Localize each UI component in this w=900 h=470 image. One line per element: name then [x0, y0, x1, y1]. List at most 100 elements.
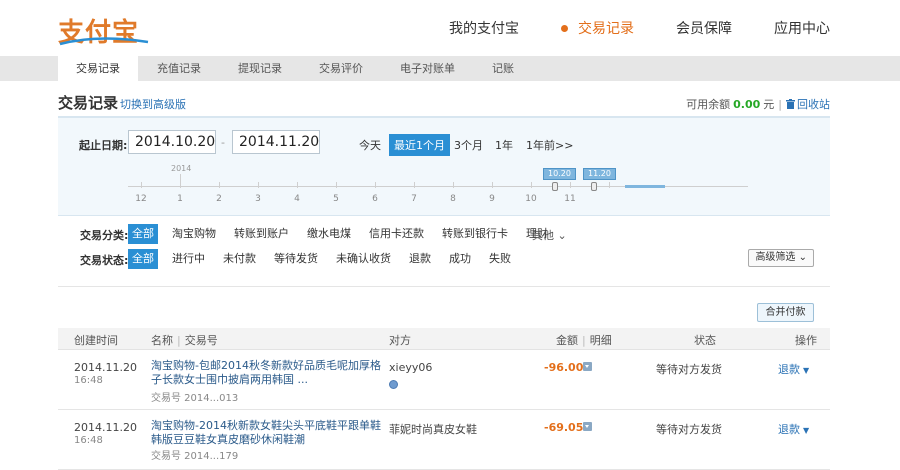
timeline-selected-range [625, 185, 665, 188]
recycle-bin-link[interactable]: 回收站 [786, 96, 830, 112]
tick [492, 182, 493, 188]
table-row: 2014.11.20 16:48 淘宝购物-2014秋新款女鞋尖头平底鞋平跟单鞋… [58, 410, 830, 470]
col-amount-detail: 金额 | 明细 [556, 332, 612, 348]
balance-amount: 0.00 [733, 97, 761, 111]
month-label: 11 [564, 194, 576, 204]
row-party[interactable]: 菲妮时尚真皮女鞋 [389, 421, 477, 437]
row-status: 等待对方发货 [656, 363, 722, 376]
status-awaiting-shipment[interactable]: 等待发货 [270, 249, 322, 269]
status-failed[interactable]: 失败 [485, 249, 515, 269]
category-more-dropdown[interactable]: 其他 ⌄ [532, 227, 567, 243]
sub-nav: 交易记录 充值记录 提现记录 交易评价 电子对账单 记账 [0, 56, 900, 81]
row-txn-no: 交易号 2014...013 [151, 393, 239, 404]
detail-toggle-icon[interactable] [583, 362, 592, 371]
month-label: 12 [135, 194, 147, 204]
row-party: xieyy06 [389, 361, 433, 374]
col-detail: 明细 [589, 334, 612, 347]
month-label: 8 [450, 194, 456, 204]
quick-3-months[interactable]: 3个月 [449, 135, 488, 155]
advanced-filter-button[interactable]: 高级筛选 ⌄ [748, 249, 814, 267]
col-name-txn: 名称 | 交易号 [151, 332, 218, 348]
refund-dropdown[interactable]: 退款 ▼ [778, 361, 809, 377]
row-time: 16:48 [74, 435, 103, 446]
category-transfer-account[interactable]: 转账到账户 [230, 224, 293, 244]
table-header: 创建时间 名称 | 交易号 对方 金额 | 明细 状态 操作 [58, 328, 830, 350]
range-start-handle[interactable] [552, 182, 558, 191]
row-date: 2014.11.20 [74, 361, 137, 374]
nav-app-center[interactable]: 应用中心 [774, 18, 830, 38]
tab-withdraw[interactable]: 提现记录 [220, 56, 300, 81]
quick-1-year[interactable]: 1年 [490, 135, 518, 155]
refund-dropdown[interactable]: 退款 ▼ [778, 421, 809, 437]
nav-label: 会员保障 [676, 21, 732, 37]
tick [375, 182, 376, 188]
balance-label: 可用余额 [686, 98, 731, 111]
caret-down-icon: ▼ [803, 426, 810, 435]
row-item-name[interactable]: 淘宝购物-2014秋新款女鞋尖头平底鞋平跟单鞋韩版豆豆鞋女真皮磨砂休闲鞋潮 [151, 419, 383, 447]
end-date-input[interactable]: 2014.11.20 [232, 130, 320, 154]
month-label: 7 [411, 194, 417, 204]
status-in-progress[interactable]: 进行中 [168, 249, 209, 269]
tick [531, 182, 532, 188]
nav-my-alipay[interactable]: 我的支付宝 [449, 18, 519, 38]
col-status: 状态 [694, 334, 716, 347]
month-label: 9 [489, 194, 495, 204]
nav-transactions[interactable]: 交易记录 [561, 18, 634, 38]
month-label: 5 [333, 194, 339, 204]
quick-before-1-year[interactable]: 1年前>> [521, 135, 578, 155]
wangwang-chat-icon[interactable] [389, 380, 398, 389]
quick-last-month[interactable]: 最近1个月 [389, 134, 450, 156]
category-credit-card[interactable]: 信用卡还款 [365, 224, 428, 244]
month-label: 2 [216, 194, 222, 204]
col-txn-no: 交易号 [184, 334, 218, 347]
tab-transactions[interactable]: 交易记录 [58, 56, 138, 81]
month-label: 3 [255, 194, 261, 204]
row-item-name[interactable]: 淘宝购物-包邮2014秋冬新款好品质毛呢加厚格子长款女士围巾披肩两用韩国 ... [151, 359, 383, 387]
category-all[interactable]: 全部 [128, 224, 158, 244]
page-title: 交易记录 [58, 94, 119, 112]
tab-reviews[interactable]: 交易评价 [301, 56, 381, 81]
trash-icon [786, 99, 795, 109]
tab-e-statement[interactable]: 电子对账单 [382, 56, 473, 81]
caret-down-icon: ▼ [803, 366, 810, 375]
col-party: 对方 [389, 334, 411, 347]
tick [453, 182, 454, 188]
merge-payment-button[interactable]: 合并付款 [757, 303, 814, 322]
status-success[interactable]: 成功 [445, 249, 475, 269]
date-timeline-slider[interactable]: 2014 12 1 2 3 4 5 6 7 8 9 10 11 10.20 11… [128, 164, 828, 216]
tab-recharge[interactable]: 充值记录 [139, 56, 219, 81]
nav-label: 我的支付宝 [449, 21, 519, 37]
logo-swoosh-icon [59, 37, 149, 46]
detail-toggle-icon[interactable] [583, 422, 592, 431]
tab-bookkeeping[interactable]: 记账 [474, 56, 532, 81]
tick [258, 182, 259, 188]
nav-member-protection[interactable]: 会员保障 [676, 18, 732, 38]
row-status: 等待对方发货 [656, 423, 722, 436]
switch-advanced-link[interactable]: 切换到高级版 [120, 96, 186, 112]
category-utilities[interactable]: 缴水电煤 [303, 224, 355, 244]
nav-label: 应用中心 [774, 21, 830, 37]
start-date-input[interactable]: 2014.10.20 [128, 130, 216, 154]
row-txn-no: 交易号 2014...179 [151, 451, 239, 462]
status-unconfirmed-receipt[interactable]: 未确认收货 [332, 249, 395, 269]
tick [609, 182, 610, 188]
recycle-bin-label: 回收站 [797, 98, 830, 111]
separator: | [778, 97, 782, 111]
category-transfer-bank[interactable]: 转账到银行卡 [438, 224, 512, 244]
category-taobao[interactable]: 淘宝购物 [168, 224, 220, 244]
range-start-flag: 10.20 [543, 168, 576, 180]
month-label: 6 [372, 194, 378, 204]
col-created: 创建时间 [74, 334, 118, 347]
status-refund[interactable]: 退款 [405, 249, 435, 269]
quick-today[interactable]: 今天 [354, 135, 386, 155]
tick [297, 182, 298, 188]
status-unpaid[interactable]: 未付款 [219, 249, 260, 269]
date-filter-panel: 起止日期: 2014.10.20 - 2014.11.20 今天 最近1个月 3… [58, 116, 830, 216]
range-end-handle[interactable] [591, 182, 597, 191]
balance-unit: 元 [763, 98, 775, 111]
alipay-logo[interactable]: 支付宝 [58, 12, 158, 48]
row-date: 2014.11.20 [74, 421, 137, 434]
col-op: 操作 [795, 334, 817, 347]
status-all[interactable]: 全部 [128, 249, 158, 269]
balance-area: 可用余额 0.00 元 | 回收站 [686, 96, 830, 112]
